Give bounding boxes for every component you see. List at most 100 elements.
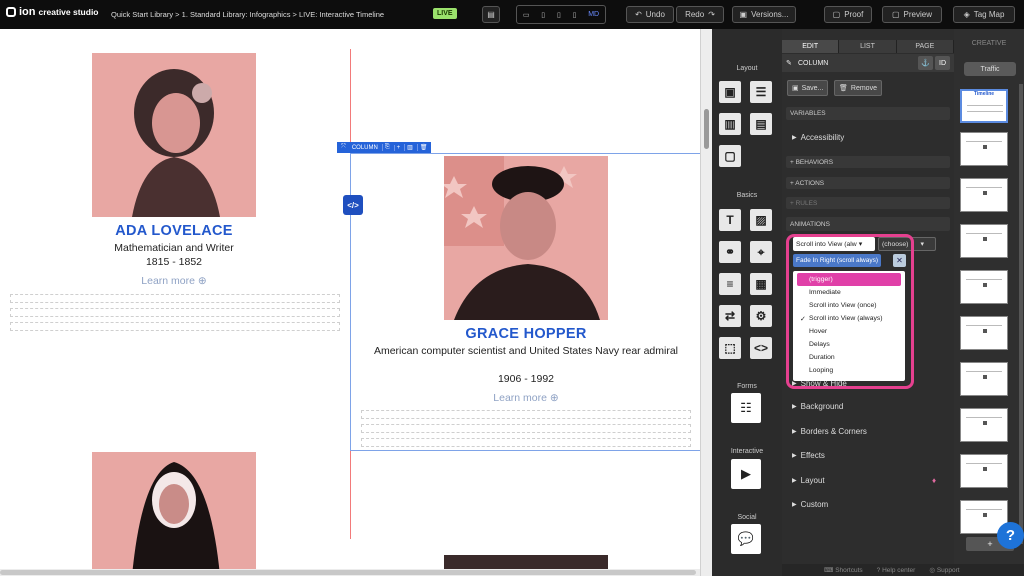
learn-more-link[interactable]: Learn more ⊕ xyxy=(60,275,288,287)
dropzone[interactable] xyxy=(361,438,691,447)
link-icon[interactable]: ⚭ xyxy=(719,241,741,263)
remove-button[interactable]: 🗑 Remove xyxy=(834,80,882,96)
copy-icon[interactable]: ⎘ xyxy=(381,144,392,151)
tablet-icon[interactable]: ▯ xyxy=(557,11,561,19)
comment-icon[interactable]: 💬 xyxy=(731,524,761,554)
preview-button[interactable]: ▢ Preview xyxy=(882,6,942,23)
actions-section[interactable]: + ACTIONS xyxy=(786,177,950,189)
animations-section[interactable]: ANIMATIONS xyxy=(786,217,950,231)
canvas-scroll-gutter[interactable] xyxy=(700,29,712,576)
scrollbar-thumb[interactable] xyxy=(0,570,696,575)
help-button[interactable]: ? xyxy=(997,522,1024,549)
support-link[interactable]: ◎ Support xyxy=(929,566,959,574)
page-thumbnail-active[interactable]: Timeline xyxy=(960,89,1008,123)
custom-row[interactable]: ▶ Custom xyxy=(792,500,942,509)
play-icon[interactable]: ▶ xyxy=(731,459,761,489)
borders-row[interactable]: ▶ Borders & Corners xyxy=(792,427,942,436)
horizontal-scrollbar[interactable] xyxy=(0,569,700,576)
selection-icon[interactable]: ⬚ xyxy=(719,337,741,359)
tab-edit[interactable]: EDIT xyxy=(782,40,840,53)
page-thumbnail[interactable] xyxy=(960,178,1008,212)
page-thumbnail[interactable] xyxy=(960,132,1008,166)
ada-lovelace-portrait[interactable] xyxy=(92,53,256,217)
page-thumbnail[interactable] xyxy=(960,270,1008,304)
save-button[interactable]: ▣ Save... xyxy=(787,80,829,96)
location-icon[interactable]: ⌖ xyxy=(750,241,772,263)
code-icon[interactable]: <> xyxy=(750,337,772,359)
accessibility-row[interactable]: ▶ Accessibility xyxy=(792,133,942,142)
rows-icon[interactable]: ☰ xyxy=(750,81,772,103)
rules-section[interactable]: + RULES xyxy=(786,197,950,209)
columns-icon[interactable]: ▥ xyxy=(719,113,741,135)
tab-list[interactable]: LIST xyxy=(839,40,897,53)
triangle-right-icon: ▶ xyxy=(792,478,797,484)
support-icon: ◎ xyxy=(929,567,937,574)
download-section-icon[interactable]: ▤ xyxy=(750,113,772,135)
move-icon[interactable]: ⤧ xyxy=(339,144,348,151)
help-center-label: Help center xyxy=(882,566,916,574)
ion-logo[interactable]: ion creative studio xyxy=(6,6,99,18)
dropzone[interactable] xyxy=(10,322,340,331)
behaviors-section[interactable]: + BEHAVIORS xyxy=(786,156,950,168)
nun-portrait[interactable] xyxy=(92,452,256,576)
variables-section[interactable]: VARIABLES xyxy=(786,107,950,120)
plus-circle-icon: ⊕ xyxy=(197,275,207,287)
page-settings-icon[interactable]: ▤ xyxy=(482,6,500,23)
text-icon[interactable]: T xyxy=(719,209,741,231)
proof-button[interactable]: ▢ Proof xyxy=(824,6,872,23)
frame-icon[interactable]: ▢ xyxy=(719,145,741,167)
device-switcher[interactable]: ▭ ▯ ▯ ▯ MD xyxy=(516,5,606,24)
layout-icon[interactable]: ▥ xyxy=(404,144,415,151)
image-icon[interactable]: ▨ xyxy=(750,209,772,231)
layout-row[interactable]: ▶ Layout ♦ xyxy=(792,476,942,485)
layout-label: Layout xyxy=(800,476,825,485)
redo-button[interactable]: Redo ↷ xyxy=(676,6,724,23)
container-icon[interactable]: ▣ xyxy=(719,81,741,103)
dropzone[interactable] xyxy=(10,294,340,303)
page-thumbnail[interactable] xyxy=(960,408,1008,442)
tab-page[interactable]: PAGE xyxy=(896,40,954,53)
grace-hopper-portrait[interactable] xyxy=(441,156,608,320)
tag-map-button[interactable]: ◈ Tag Map xyxy=(953,6,1015,23)
add-icon[interactable]: + xyxy=(393,144,403,151)
phone-icon[interactable]: ▯ xyxy=(573,11,577,19)
undo-button[interactable]: ↶ Undo xyxy=(626,6,674,23)
learn-more-link[interactable]: Learn more ⊕ xyxy=(370,392,682,404)
shuffle-icon[interactable]: ⇄ xyxy=(719,305,741,327)
editor-canvas[interactable]: ADA LOVELACE Mathematician and Writer 18… xyxy=(0,29,700,576)
save-icon: ▣ xyxy=(792,85,799,92)
dropzone[interactable] xyxy=(361,410,691,419)
code-view-icon[interactable]: </> xyxy=(343,195,363,215)
page-thumbnail[interactable] xyxy=(960,454,1008,488)
effects-label: Effects xyxy=(800,451,825,460)
column-toolbar[interactable]: ⤧ COLUMN ⎘ + ▥ 🗑 xyxy=(337,142,432,153)
help-center-link[interactable]: ? Help center xyxy=(877,567,916,574)
versions-button[interactable]: ▣ Versions... xyxy=(732,6,796,23)
form-icon[interactable]: ☷ xyxy=(731,393,761,423)
undo-icon: ↶ xyxy=(635,10,642,19)
background-row[interactable]: ▶ Background xyxy=(792,402,942,411)
table-icon[interactable]: ▦ xyxy=(750,273,772,295)
delete-icon[interactable]: 🗑 xyxy=(416,144,430,151)
laptop-icon[interactable]: ▯ xyxy=(541,11,545,19)
settings-icon[interactable]: ⚙ xyxy=(750,305,772,327)
save-label: Save... xyxy=(801,84,824,92)
vertical-scrollbar-thumb[interactable] xyxy=(704,109,709,149)
dropzone[interactable] xyxy=(10,308,340,317)
pages-scrollbar[interactable] xyxy=(1019,84,1023,544)
page-thumbnail[interactable] xyxy=(960,224,1008,258)
anchor-icon[interactable]: ⚓ xyxy=(918,56,933,70)
breadcrumb[interactable]: Quick Start Library > 1. Standard Librar… xyxy=(111,10,384,19)
page-thumbnail[interactable] xyxy=(960,362,1008,396)
list-icon[interactable]: ≡ xyxy=(719,273,741,295)
panel-header: ✎ COLUMN ⚓ ID xyxy=(782,54,954,72)
page-thumbnail[interactable] xyxy=(960,316,1008,350)
desktop-icon[interactable]: ▭ xyxy=(523,11,530,19)
id-button[interactable]: ID xyxy=(935,56,950,70)
effects-row[interactable]: ▶ Effects xyxy=(792,451,942,460)
person-description: Mathematician and Writer xyxy=(114,242,234,254)
shortcuts-link[interactable]: ⌨ Shortcuts xyxy=(824,566,863,574)
live-badge: LIVE xyxy=(433,8,457,19)
dropzone[interactable] xyxy=(361,424,691,433)
traffic-button[interactable]: Traffic xyxy=(964,62,1016,76)
